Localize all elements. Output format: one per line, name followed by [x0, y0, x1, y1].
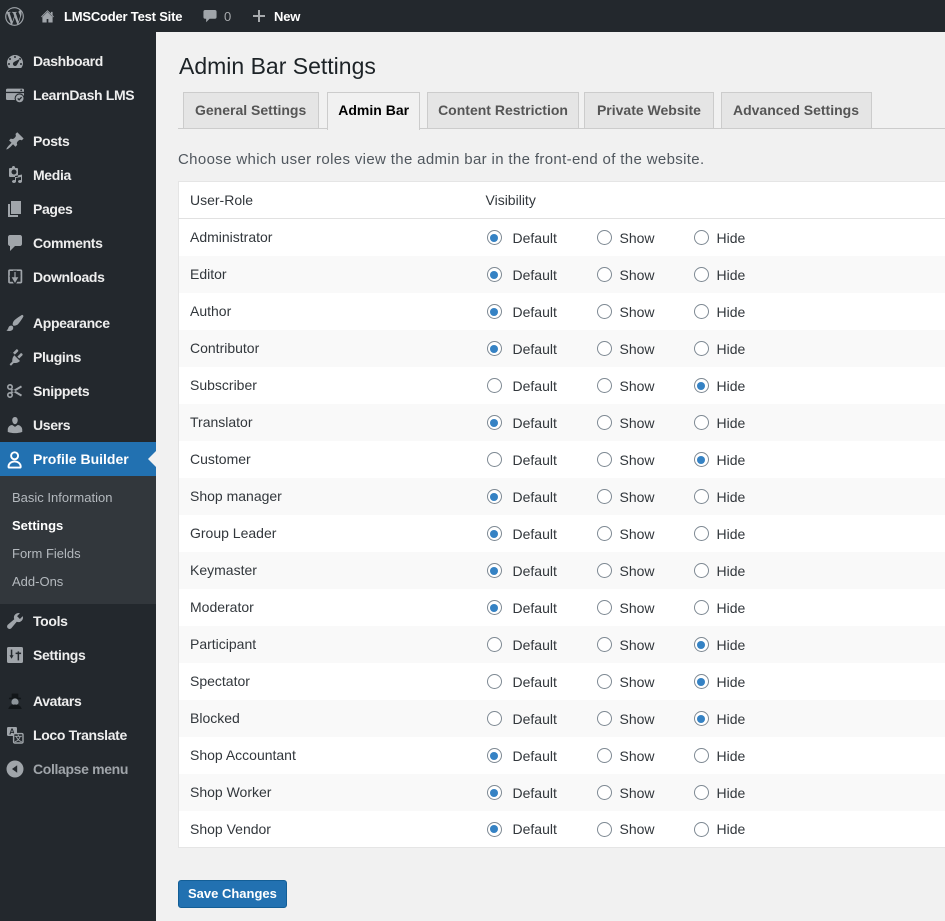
svg-text:文: 文 [15, 733, 23, 743]
